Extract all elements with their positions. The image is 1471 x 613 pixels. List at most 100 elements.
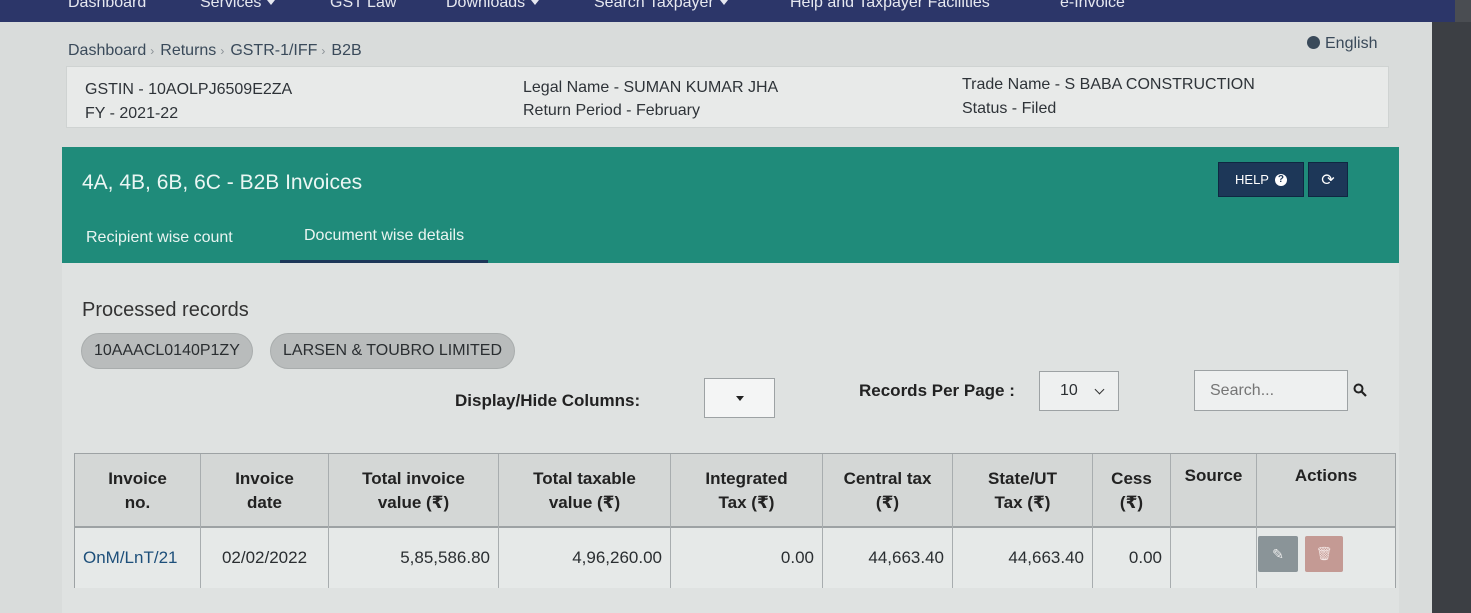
gstin-text: GSTIN - 10AOLPJ6509E2ZA xyxy=(85,81,293,98)
th-line: Source xyxy=(1184,466,1243,485)
nav-e-invoice-label: e-Invoice xyxy=(1060,0,1125,11)
processed-records-heading: Processed records xyxy=(82,299,249,321)
help-label: HELP xyxy=(1235,172,1269,187)
refresh-button[interactable]: ⟳ xyxy=(1308,162,1348,197)
th-line: Invoice xyxy=(235,469,294,488)
th-line: value (₹) xyxy=(377,493,450,512)
nav-services[interactable]: Services xyxy=(200,0,276,12)
gstin-chip: 10AAACL0140P1ZY xyxy=(81,333,253,369)
th-line: Tax (₹) xyxy=(718,493,775,512)
nav-gst-law-label: GST Law xyxy=(330,0,397,11)
th-line: State/UT xyxy=(988,469,1057,488)
nav-search-taxpayer[interactable]: Search Taxpayer xyxy=(594,0,728,12)
nav-gst-law[interactable]: GST Law xyxy=(330,0,396,12)
th-line: Actions xyxy=(1294,466,1358,485)
th-line: no. xyxy=(124,493,151,512)
th-line: Total taxable xyxy=(533,469,636,488)
edit-button[interactable]: ✎ xyxy=(1258,536,1298,572)
th-line: (₹) xyxy=(1119,493,1144,512)
display-hide-columns-dropdown[interactable] xyxy=(704,378,775,418)
cell-cess: 0.00 xyxy=(1093,528,1171,588)
th-line: value (₹) xyxy=(548,493,621,512)
panel-title: 4A, 4B, 6B, 6C - B2B Invoices xyxy=(82,171,363,194)
nav-help-facilities[interactable]: Help and Taxpayer Facilities xyxy=(790,0,990,12)
trade-name-text: Trade Name - S BABA CONSTRUCTION xyxy=(962,76,1255,93)
language-selector[interactable]: English xyxy=(1307,35,1377,53)
cell-source xyxy=(1171,528,1257,588)
breadcrumb-separator-icon: › xyxy=(220,44,225,58)
page-content: Dashboard › Returns › GSTR-1/IFF › B2B English… xyxy=(0,22,1432,613)
nav-dashboard[interactable]: Dashboard xyxy=(68,0,146,12)
th-source[interactable]: Source xyxy=(1171,454,1257,528)
cell-state-ut-tax: 44,663.40 xyxy=(953,528,1093,588)
breadcrumb-dashboard[interactable]: Dashboard xyxy=(68,42,146,60)
invoice-table: Invoice no. Invoice date Total invoice valu… xyxy=(74,453,1396,588)
cell-central-tax: 44,663.40 xyxy=(823,528,953,588)
cell-invoice-date: 02/02/2022 xyxy=(201,528,329,588)
globe-icon xyxy=(1307,36,1320,49)
th-cess[interactable]: Cess (₹) xyxy=(1093,454,1171,528)
help-button[interactable]: HELP ? xyxy=(1218,162,1304,197)
th-state-ut-tax[interactable]: State/UT Tax (₹) xyxy=(953,454,1093,528)
fy-text: FY - 2021-22 xyxy=(85,105,179,122)
caret-down-icon xyxy=(735,395,744,401)
top-navigation: Dashboard Services GST Law Downloads Sea… xyxy=(0,0,1455,22)
delete-button[interactable]: 🗑 xyxy=(1305,536,1343,572)
nav-e-invoice[interactable]: e-Invoice xyxy=(1060,0,1125,12)
cell-total-taxable-value: 4,96,260.00 xyxy=(499,528,671,588)
records-per-page-label: Records Per Page : xyxy=(859,381,1015,400)
th-line: Total invoice xyxy=(362,469,465,488)
th-line: Central tax xyxy=(843,469,932,488)
cell-total-invoice-value: 5,85,586.80 xyxy=(329,528,499,588)
breadcrumb-returns[interactable]: Returns xyxy=(160,42,216,60)
records-per-page-value: 10 xyxy=(1060,382,1078,399)
th-line: Integrated xyxy=(705,469,788,488)
search-input[interactable] xyxy=(1194,370,1348,411)
th-line: (₹) xyxy=(875,493,900,512)
tab-recipient-wise-count[interactable]: Recipient wise count xyxy=(86,225,233,263)
th-actions: Actions xyxy=(1257,454,1395,528)
th-central-tax[interactable]: Central tax (₹) xyxy=(823,454,953,528)
b2b-panel-body: Processed records 10AAACL0140P1ZY LARSEN… xyxy=(62,263,1399,613)
cell-invoice-no[interactable]: OnM/LnT/21 xyxy=(75,528,201,588)
legal-name-text: Legal Name - SUMAN KUMAR JHA xyxy=(523,79,779,96)
search-icon[interactable] xyxy=(1353,383,1367,397)
th-invoice-date[interactable]: Invoice date xyxy=(201,454,329,528)
nav-dashboard-label: Dashboard xyxy=(68,0,147,11)
return-period-text: Return Period - February xyxy=(523,102,700,119)
breadcrumb-separator-icon: › xyxy=(321,44,326,58)
pencil-icon: ✎ xyxy=(1272,545,1284,562)
th-line: Tax (₹) xyxy=(994,493,1051,512)
tab-document-wise-details[interactable]: Document wise details xyxy=(280,225,489,263)
refresh-icon: ⟳ xyxy=(1321,171,1335,189)
nav-services-label: Services xyxy=(200,0,262,11)
th-invoice-no[interactable]: Invoice no. xyxy=(75,454,201,528)
chevron-down-icon xyxy=(1094,384,1105,394)
screen-bezel xyxy=(1432,22,1471,613)
th-line: Invoice xyxy=(108,469,167,488)
b2b-panel-header: 4A, 4B, 6B, 6C - B2B Invoices HELP ? ⟳ R… xyxy=(62,147,1399,263)
caret-down-icon xyxy=(531,0,540,6)
nav-help-facilities-label: Help and Taxpayer Facilities xyxy=(790,0,990,11)
nav-search-taxpayer-label: Search Taxpayer xyxy=(594,0,714,11)
breadcrumb-gstr1[interactable]: GSTR-1/IFF xyxy=(230,42,317,60)
th-total-taxable-value[interactable]: Total taxable value (₹) xyxy=(499,454,671,528)
status-text: Status - Filed xyxy=(962,100,1057,117)
table-row: OnM/LnT/21 02/02/2022 5,85,586.80 4,96,2… xyxy=(75,528,1395,588)
caret-down-icon xyxy=(267,0,276,6)
caret-down-icon xyxy=(719,0,728,6)
records-per-page-select[interactable]: 10 xyxy=(1039,371,1119,411)
nav-downloads-label: Downloads xyxy=(446,0,526,11)
taxpayer-info-box: GSTIN - 10AOLPJ6509E2ZA FY - 2021-22 Leg… xyxy=(66,66,1389,128)
language-label: English xyxy=(1325,35,1378,52)
trash-icon: 🗑 xyxy=(1315,546,1333,561)
display-hide-columns-label: Display/Hide Columns: xyxy=(455,391,641,410)
th-total-invoice-value[interactable]: Total invoice value (₹) xyxy=(329,454,499,528)
th-integrated-tax[interactable]: Integrated Tax (₹) xyxy=(671,454,823,528)
breadcrumb-b2b: B2B xyxy=(331,42,362,59)
nav-downloads[interactable]: Downloads xyxy=(446,0,540,12)
question-icon: ? xyxy=(1274,173,1287,186)
table-header: Invoice no. Invoice date Total invoice valu… xyxy=(75,454,1395,528)
breadcrumb-separator-icon: › xyxy=(150,44,155,58)
recipient-name-chip: LARSEN & TOUBRO LIMITED xyxy=(270,333,516,369)
